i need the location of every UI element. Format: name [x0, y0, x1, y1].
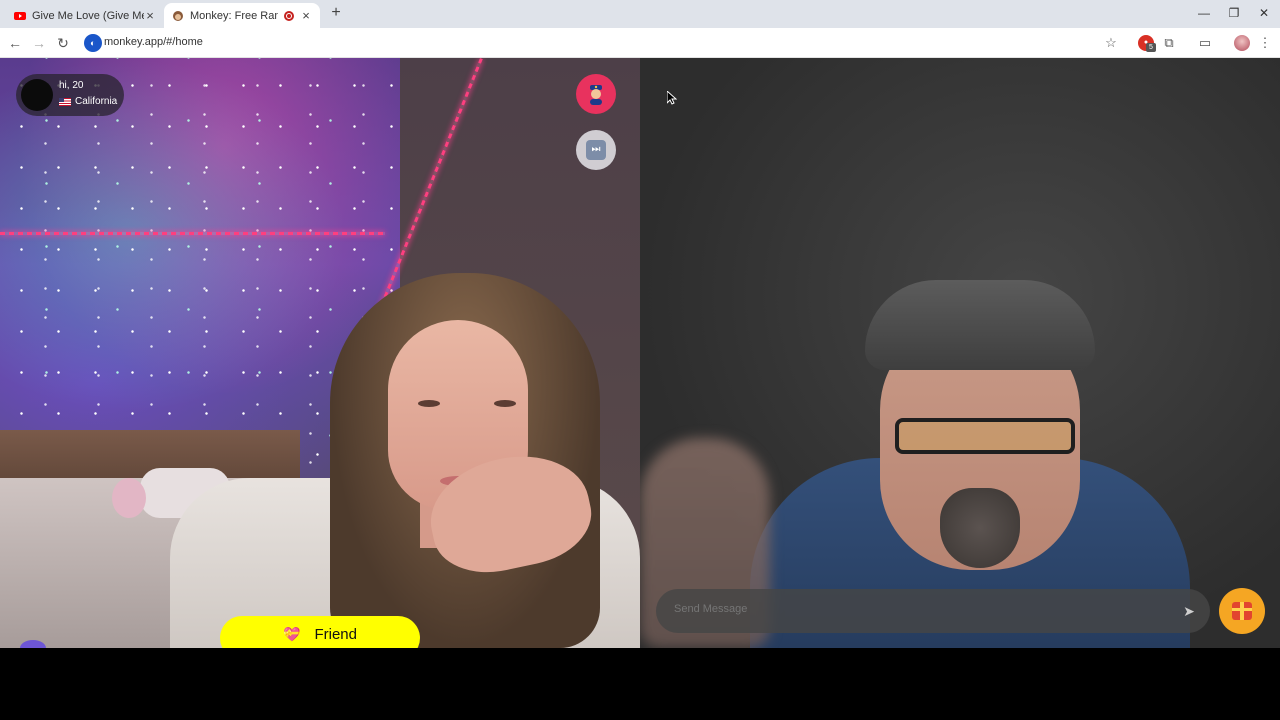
video-chat-app: hi, 20 California ⏭ 💝 Friend ➤ [0, 58, 1280, 648]
self-video-feed [640, 58, 1280, 648]
close-window-button[interactable]: ✕ [1254, 5, 1274, 21]
browser-toolbar: ← → ↻ ◐ monkey.app/#/home ☆ ⧉ ▭ ⋮ [0, 28, 1280, 58]
location-label: California [75, 96, 118, 107]
recording-icon [284, 10, 294, 21]
extension-badge: 5 [1146, 43, 1156, 52]
gift-button[interactable] [1219, 588, 1265, 634]
person-beard [940, 488, 1020, 568]
profile-avatar[interactable] [1234, 35, 1250, 51]
friend-button[interactable]: 💝 Friend [220, 616, 420, 648]
police-officer-icon [590, 85, 602, 105]
plush-toy [112, 478, 146, 518]
skip-next-icon: ⏭ [586, 140, 606, 160]
tab-youtube[interactable]: Give Me Love (Give Me Peace o × [6, 3, 164, 28]
media-control-icon[interactable]: ▭ [1196, 34, 1214, 52]
youtube-icon [14, 11, 26, 20]
bookmark-star-icon[interactable]: ☆ [1102, 34, 1120, 52]
message-bar: ➤ [656, 589, 1210, 633]
close-tab-icon[interactable]: × [300, 8, 312, 23]
letterbox-bar [0, 648, 1280, 720]
tab-monkey[interactable]: Monkey: Free Random Vide × [164, 3, 320, 28]
gift-icon [1232, 602, 1252, 620]
tab-bar: Give Me Love (Give Me Peace o × Monkey: … [0, 0, 1280, 28]
tab-title: Monkey: Free Random Vide [190, 9, 278, 22]
remote-video-feed [0, 58, 640, 648]
avatar[interactable] [21, 79, 53, 111]
site-info-icon[interactable]: ◐ [84, 34, 102, 52]
monkey-icon [173, 10, 183, 21]
user-location: California [59, 96, 117, 107]
send-icon[interactable]: ➤ [1180, 602, 1198, 620]
message-input[interactable] [674, 603, 1154, 615]
extensions-icon[interactable]: ⧉ [1160, 34, 1178, 52]
url-text: monkey.app/#/home [104, 36, 203, 48]
menu-icon[interactable]: ⋮ [1256, 34, 1274, 52]
friend-label: Friend [314, 625, 357, 643]
address-bar[interactable]: ◐ monkey.app/#/home [80, 31, 1124, 55]
person-eye [494, 400, 516, 407]
person-cap [865, 280, 1095, 370]
us-flag-icon [59, 97, 71, 106]
forward-icon[interactable]: → [30, 34, 48, 52]
led-strip [0, 232, 385, 235]
remote-user-info[interactable]: hi, 20 California [16, 74, 124, 116]
minimize-button[interactable]: — [1194, 5, 1214, 21]
close-tab-icon[interactable]: × [144, 8, 156, 23]
report-button[interactable] [576, 74, 616, 114]
new-tab-button[interactable]: + [328, 4, 344, 22]
skip-button[interactable]: ⏭ [576, 130, 616, 170]
back-icon[interactable]: ← [6, 34, 24, 52]
tab-title: Give Me Love (Give Me Peace o [32, 9, 144, 22]
restore-button[interactable]: ❐ [1224, 5, 1244, 21]
person-eye [418, 400, 440, 407]
person-glasses [895, 418, 1075, 454]
reload-icon[interactable]: ↻ [54, 34, 72, 52]
heart-gift-icon: 💝 [283, 625, 301, 642]
mouse-cursor-icon [667, 91, 677, 105]
user-greeting: hi, 20 [59, 80, 84, 91]
